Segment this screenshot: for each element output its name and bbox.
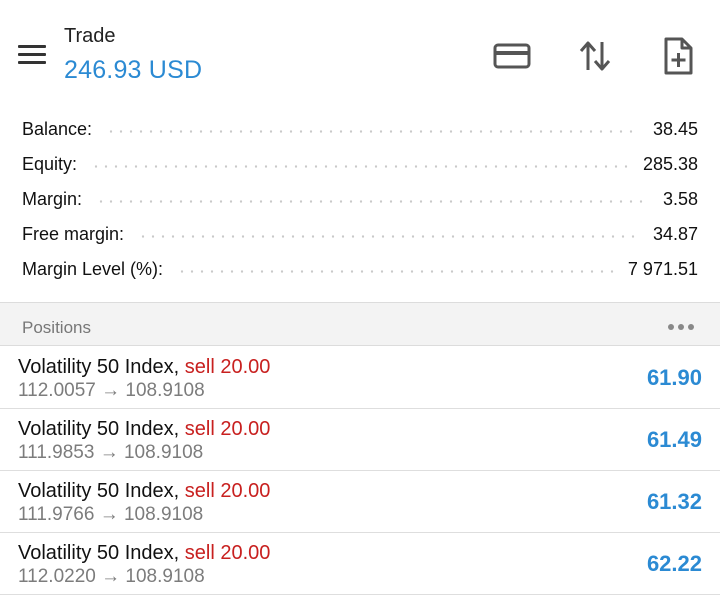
position-prices: 111.9766 → 108.9108	[18, 504, 204, 525]
dotted-leader	[96, 199, 649, 204]
position-symbol: Volatility 50 Index,	[18, 480, 180, 502]
account-balance-display: 246.93 USD	[64, 56, 203, 84]
summary-value: 3.58	[662, 189, 698, 209]
positions-section-header: Positions	[0, 302, 720, 346]
position-symbol: Volatility 50 Index,	[18, 542, 180, 564]
account-summary: Balance: 38.45 Equity: 285.38 Margin: 3.…	[0, 112, 720, 287]
summary-label: Balance:	[22, 119, 93, 139]
position-side: sell 20.00	[184, 480, 271, 502]
position-prices: 112.0057 → 108.9108	[18, 380, 205, 401]
position-profit: 61.90	[646, 365, 702, 390]
position-side: sell 20.00	[184, 356, 271, 378]
position-row[interactable]: Volatility 50 Index, sell 20.00 111.9853…	[0, 409, 720, 471]
position-row[interactable]: Volatility 50 Index, sell 20.00 112.0057…	[0, 347, 720, 409]
dotted-leader	[177, 269, 614, 274]
positions-list: Volatility 50 Index, sell 20.00 112.0057…	[0, 347, 720, 595]
new-order-icon[interactable]	[658, 36, 698, 76]
summary-label: Margin:	[22, 189, 83, 209]
position-title: Volatility 50 Index, sell 20.00	[18, 356, 270, 379]
dotted-leader	[138, 234, 639, 239]
summary-value: 285.38	[642, 154, 698, 174]
position-prices: 112.0220 → 108.9108	[18, 566, 205, 587]
summary-value: 34.87	[652, 224, 698, 244]
position-row[interactable]: Volatility 50 Index, sell 20.00 112.0220…	[0, 533, 720, 595]
position-prices: 111.9853 → 108.9108	[18, 442, 204, 463]
position-profit: 61.32	[646, 489, 702, 514]
summary-value: 7 971.51	[627, 259, 698, 279]
position-side: sell 20.00	[184, 542, 271, 564]
sort-arrows-icon[interactable]	[575, 36, 615, 76]
position-title: Volatility 50 Index, sell 20.00	[18, 542, 270, 565]
summary-label: Free margin:	[22, 224, 125, 244]
summary-row-free-margin: Free margin: 34.87	[0, 217, 720, 252]
summary-label: Equity:	[22, 154, 78, 174]
summary-value: 38.45	[652, 119, 698, 139]
summary-row-equity: Equity: 285.38	[0, 147, 720, 182]
dotted-leader	[91, 164, 629, 169]
page-title: Trade	[64, 25, 116, 47]
summary-row-margin-level: Margin Level (%): 7 971.51	[0, 252, 720, 287]
summary-row-balance: Balance: 38.45	[0, 112, 720, 147]
position-symbol: Volatility 50 Index,	[18, 356, 180, 378]
position-profit: 62.22	[646, 551, 702, 576]
summary-label: Margin Level (%):	[22, 259, 164, 279]
section-title: Positions	[22, 318, 91, 337]
position-side: sell 20.00	[184, 418, 271, 440]
dotted-leader	[106, 129, 639, 134]
menu-icon[interactable]	[14, 40, 50, 70]
position-title: Volatility 50 Index, sell 20.00	[18, 418, 270, 441]
credit-card-icon[interactable]	[492, 36, 532, 76]
summary-row-margin: Margin: 3.58	[0, 182, 720, 217]
position-profit: 61.49	[646, 427, 702, 452]
more-dots-icon[interactable]	[668, 317, 696, 333]
position-title: Volatility 50 Index, sell 20.00	[18, 480, 270, 503]
position-row[interactable]: Volatility 50 Index, sell 20.00 111.9766…	[0, 471, 720, 533]
app-header: Trade 246.93 USD	[0, 0, 720, 106]
position-symbol: Volatility 50 Index,	[18, 418, 180, 440]
